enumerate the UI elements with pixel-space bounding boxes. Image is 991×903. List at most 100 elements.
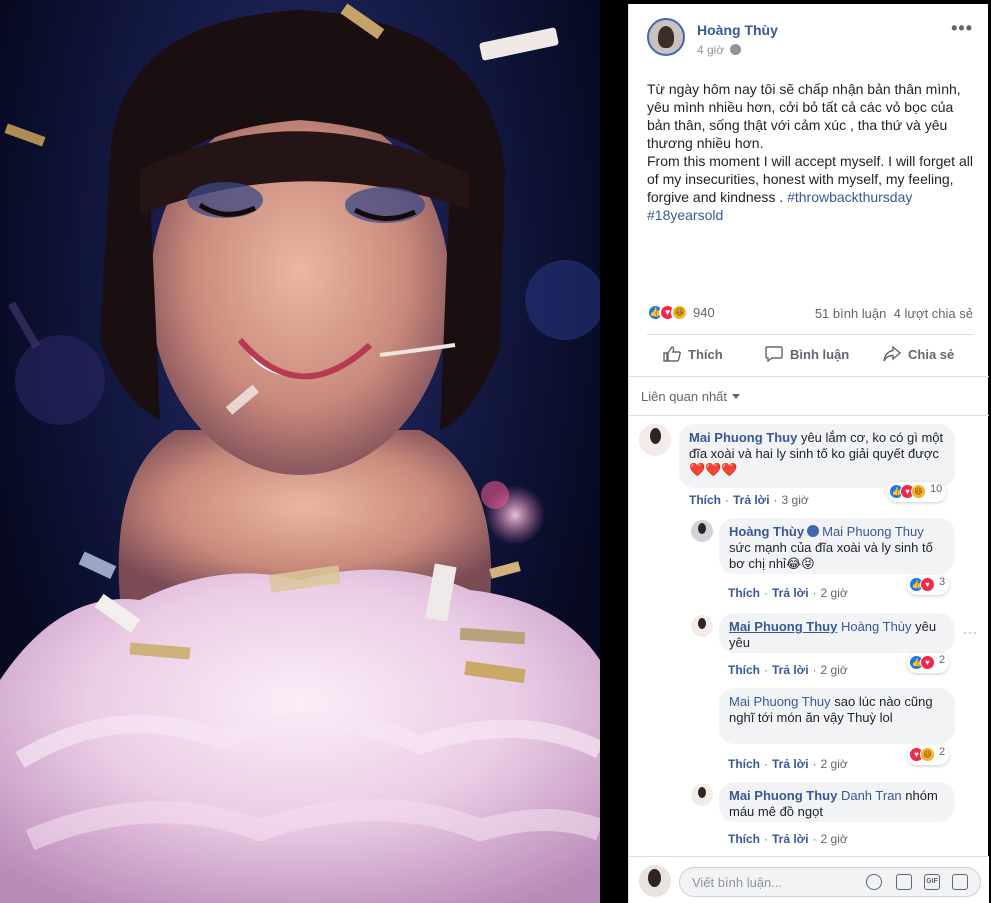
share-arrow-icon [883,346,901,362]
reply-reply-link[interactable]: Trả lời [772,663,809,677]
post-counts: 51 bình luận 4 lượt chia sẻ [815,306,973,321]
camera-icon[interactable] [896,874,912,890]
post-time-text[interactable]: 4 giờ [697,43,724,57]
like-button-label: Thích [688,347,723,362]
comment-sort-label: Liên quan nhất [641,389,728,404]
love-reaction-icon: ♥ [920,655,935,670]
reply-meta: Thích · Trả lời · 2 giờ [728,832,848,846]
comment-input-placeholder: Viết bình luận... [692,875,783,890]
haha-reaction-icon: 😆 [671,304,688,322]
commenter-name[interactable]: Mai Phuong Thuy [689,430,797,445]
replier-name[interactable]: Hoàng Thùy [729,524,804,539]
reply-like-link[interactable]: Thích [728,832,760,846]
reply-time[interactable]: 2 giờ [821,832,848,846]
share-button[interactable]: Chia sẻ [883,346,954,362]
reply-like-link[interactable]: Thích [728,586,760,600]
reply-item: Mai Phuong Thuy Danh Tran nhóm máu mê đồ… [629,780,989,850]
reply-reaction-badge[interactable]: 👍 ♥ 3 [907,575,950,595]
reply-bubble: Mai Phuong Thuy Danh Tran nhóm máu mê đồ… [719,782,955,822]
replier-name[interactable]: Mai Phuong Thuy [729,619,837,634]
current-user-avatar[interactable] [639,865,671,897]
reply-reply-link[interactable]: Trả lời [772,832,809,846]
comment-reaction-count: 10 [930,483,943,495]
author-name[interactable]: Hoàng Thùy [697,22,778,38]
reply-time[interactable]: 2 giờ [821,663,848,677]
author-avatar[interactable] [647,18,685,56]
haha-reaction-icon: 😆 [920,747,935,762]
share-button-label: Chia sẻ [908,347,955,362]
globe-icon [730,44,742,55]
post-text-line: of my insecurities, honest with myself, … [647,171,954,187]
comment-like-link[interactable]: Thích [689,493,721,507]
thumbs-up-icon [663,346,681,362]
photo-viewer: Hoàng Thùy 4 giờ ••• Từ ngày hôm nay tôi… [0,0,991,903]
replier-avatar[interactable] [691,615,713,637]
reply-reaction-count: 2 [939,746,946,758]
reply-mention[interactable]: Hoàng Thùy [841,619,912,634]
post-text: Từ ngày hôm nay tôi sẽ chấp nhận bản thâ… [647,80,977,224]
like-button[interactable]: Thích [663,346,723,362]
replier-name[interactable]: Mai Phuong Thuy [729,694,831,709]
reply-reply-link[interactable]: Trả lời [772,586,809,600]
reply-meta: Thích · Trả lời · 2 giờ [728,663,848,677]
hashtag-throwbackthursday[interactable]: #throwbackthursday [787,189,912,205]
replier-avatar[interactable] [691,520,713,542]
viewer-gutter [600,0,628,903]
emoji-icon[interactable] [866,874,882,890]
haha-reaction-icon: 😆 [911,484,926,499]
more-options-icon[interactable]: ••• [951,18,973,39]
comment-sort-dropdown[interactable]: Liên quan nhất [641,389,741,404]
love-reaction-icon: ♥ [920,577,935,592]
comment-button[interactable]: Bình luận [765,346,849,362]
sticker-icon[interactable] [952,874,968,890]
reply-text: sức mạnh của đĩa xoài và ly sinh tố bơ c… [729,540,933,571]
reply-like-link[interactable]: Thích [728,757,760,771]
post-text-line: bản thân, sống thật với cảm xúc , tha th… [647,117,948,133]
reply-bubble: Mai Phuong Thuy Hoàng Thùy yêu yêu [719,613,955,653]
post-photo[interactable] [0,0,600,903]
reply-meta: Thích · Trả lời · 2 giờ [728,757,848,771]
comments-count[interactable]: 51 bình luận [815,306,887,321]
post-text-line: From this moment I will accept myself. I… [647,153,973,169]
shares-count[interactable]: 4 lượt chia sẻ [894,306,973,321]
comment-bubble-icon [765,346,783,362]
post-text-line: #18yearsold [647,206,977,224]
caret-down-icon [732,394,741,399]
post-stats: 👍 ♥ 😆 940 51 bình luận 4 lượt chia sẻ [647,304,973,324]
post-text-line: Từ ngày hôm nay tôi sẽ chấp nhận bản thâ… [647,81,961,97]
verified-badge-icon [807,525,820,537]
hashtag-18yearsold[interactable]: #18yearsold [647,207,723,223]
comment-sort-bar: Liên quan nhất [629,376,989,416]
replier-name[interactable]: Mai Phuong Thuy [729,788,837,803]
reply-item: Hoàng Thùy Mai Phuong Thuy sức mạnh của đ… [629,516,989,600]
comment-reply-link[interactable]: Trả lời [733,493,770,507]
reply-options-icon[interactable]: ··· [963,625,978,639]
reply-item: Mai Phuong Thuy Hoàng Thùy yêu yêu ··· T… [629,611,989,681]
reply-meta: Thích · Trả lời · 2 giờ [728,586,848,600]
reply-reaction-badge[interactable]: 👍 ♥ 2 [907,653,950,673]
reactions-summary[interactable]: 👍 ♥ 😆 940 [647,304,715,322]
reply-bubble: Mai Phuong Thuy sao lúc nào cũng nghĩ tớ… [719,688,955,744]
reply-like-link[interactable]: Thích [728,663,760,677]
comment-bubble: Mai Phuong Thuy yêu lắm cơ, ko có gì một… [679,424,955,488]
commenter-avatar[interactable] [639,424,671,456]
gif-icon[interactable]: GIF [924,874,940,890]
reply-time[interactable]: 2 giờ [821,586,848,600]
post-actions-bar: Thích Bình luận Chia sẻ [629,340,989,376]
reply-time[interactable]: 2 giờ [821,757,848,771]
comment-reaction-badge[interactable]: 👍 ♥ 😆 10 [887,482,947,502]
post-text-line: yêu mình nhiều hơn, cởi bỏ tất cả các vỏ… [647,99,954,115]
reply-mention[interactable]: Danh Tran [841,788,902,803]
reply-bubble: Hoàng Thùy Mai Phuong Thuy sức mạnh của đ… [719,518,955,574]
reply-mention[interactable]: Mai Phuong Thuy [822,524,924,539]
post-header: Hoàng Thùy 4 giờ ••• [629,4,989,64]
reply-reply-link[interactable]: Trả lời [772,757,809,771]
post-time[interactable]: 4 giờ [697,43,742,57]
comment-input[interactable]: Viết bình luận... GIF [679,867,981,897]
reaction-count[interactable]: 940 [693,305,715,320]
comment-time[interactable]: 3 giờ [782,493,809,507]
replier-avatar[interactable] [691,784,713,806]
post-text-line-end: forgive and kindness . [647,189,788,205]
comment-emoji: ❤️❤️❤️ [689,462,738,477]
reply-reaction-badge[interactable]: ♥ 😆 2 [907,745,950,765]
